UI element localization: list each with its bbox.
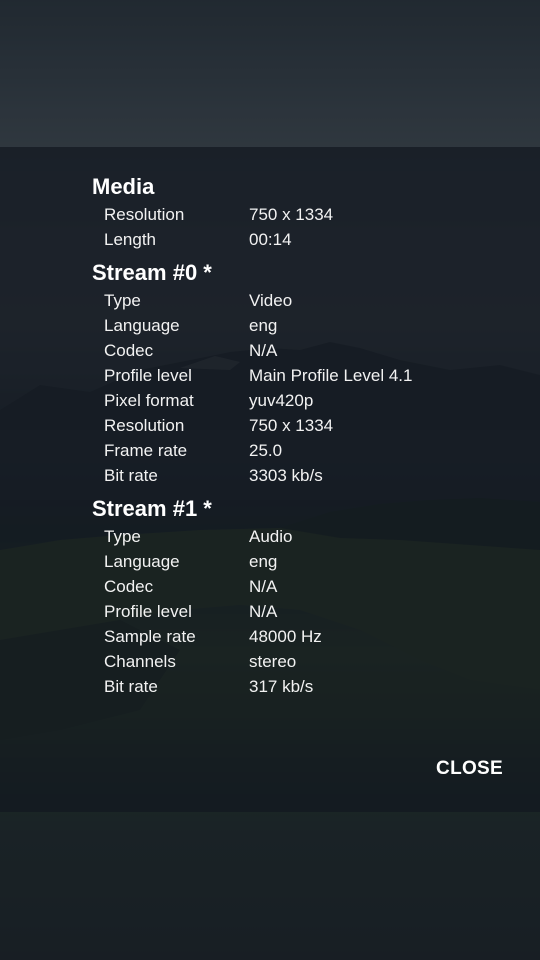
info-value: eng <box>249 316 278 335</box>
info-label: Channels <box>104 652 176 671</box>
info-row: Profile level N/A <box>92 599 512 624</box>
info-label: Bit rate <box>104 466 158 485</box>
info-label: Sample rate <box>104 627 196 646</box>
info-row: Bit rate 317 kb/s <box>92 674 512 699</box>
info-row: Bit rate 3303 kb/s <box>92 463 512 488</box>
info-label: Type <box>104 291 141 310</box>
info-label: Profile level <box>104 366 192 385</box>
media-info-content: Media Resolution 750 x 1334 Length 00:14… <box>92 172 512 699</box>
info-row: Codec N/A <box>92 338 512 363</box>
info-value: 48000 Hz <box>249 627 322 646</box>
video-player-screen: Media Resolution 750 x 1334 Length 00:14… <box>0 0 540 960</box>
info-row: Frame rate 25.0 <box>92 438 512 463</box>
info-row: Length 00:14 <box>92 227 512 252</box>
info-value: 25.0 <box>249 441 283 460</box>
section-title-media: Media <box>92 174 155 199</box>
info-row: Channels stereo <box>92 649 512 674</box>
info-label: Resolution <box>104 416 185 435</box>
info-value: 750 x 1334 <box>249 416 334 435</box>
info-label: Language <box>104 552 180 571</box>
info-value: Audio <box>249 527 293 546</box>
info-row: Resolution 750 x 1334 <box>92 413 512 438</box>
info-label: Pixel format <box>104 391 194 410</box>
info-row: Type Audio <box>92 524 512 549</box>
info-row: Pixel format yuv420p <box>92 388 512 413</box>
info-row: Profile level Main Profile Level 4.1 <box>92 363 512 388</box>
info-value: Video <box>249 291 293 310</box>
info-row: Type Video <box>92 288 512 313</box>
info-row: Resolution 750 x 1334 <box>92 202 512 227</box>
info-value: 317 kb/s <box>249 677 314 696</box>
info-label: Resolution <box>104 205 185 224</box>
info-value: stereo <box>249 652 297 671</box>
info-label: Language <box>104 316 180 335</box>
media-info-dialog: Media Resolution 750 x 1334 Length 00:14… <box>0 147 540 812</box>
info-label: Bit rate <box>104 677 158 696</box>
info-value: eng <box>249 552 278 571</box>
info-value: N/A <box>249 602 278 621</box>
info-label: Profile level <box>104 602 192 621</box>
info-label: Type <box>104 527 141 546</box>
info-row: Sample rate 48000 Hz <box>92 624 512 649</box>
info-value: 00:14 <box>249 230 292 249</box>
info-label: Codec <box>104 341 154 360</box>
info-row: Language eng <box>92 549 512 574</box>
info-value: N/A <box>249 341 278 360</box>
info-value: 3303 kb/s <box>249 466 323 485</box>
info-value: Main Profile Level 4.1 <box>249 366 413 385</box>
info-label: Frame rate <box>104 441 188 460</box>
info-label: Codec <box>104 577 154 596</box>
section-title-stream-0: Stream #0 * <box>92 260 212 285</box>
info-value: N/A <box>249 577 278 596</box>
close-button[interactable]: CLOSE <box>436 754 503 784</box>
info-value: 750 x 1334 <box>249 205 334 224</box>
info-row: Codec N/A <box>92 574 512 599</box>
info-row: Language eng <box>92 313 512 338</box>
info-label: Length <box>104 230 156 249</box>
section-title-stream-1: Stream #1 * <box>92 496 212 521</box>
info-value: yuv420p <box>249 391 314 410</box>
